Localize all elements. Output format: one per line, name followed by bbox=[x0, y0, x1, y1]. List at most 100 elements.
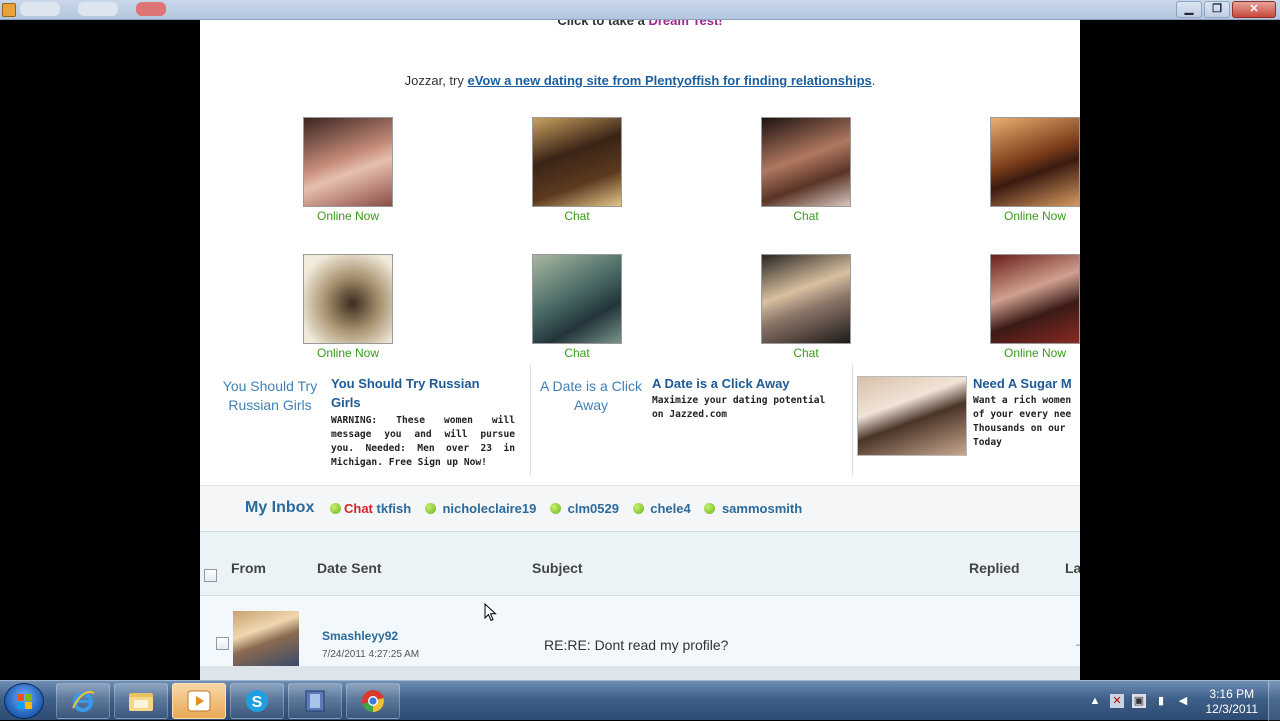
member-photo[interactable] bbox=[303, 254, 393, 344]
flag-icon[interactable]: ✕ bbox=[1110, 694, 1124, 708]
taskbar-movie-maker[interactable] bbox=[288, 683, 342, 719]
web-page: Click to take a Dream Test! Jozzar, try … bbox=[200, 20, 1080, 680]
member-status[interactable]: Online Now bbox=[298, 346, 398, 360]
online-dot-icon bbox=[424, 503, 436, 514]
online-user[interactable]: chele4 bbox=[632, 501, 691, 516]
mouse-cursor-icon bbox=[484, 603, 497, 622]
network-icon[interactable]: ▮ bbox=[1154, 694, 1168, 708]
minimize-button[interactable]: ▁ bbox=[1176, 1, 1202, 18]
taskbar-media-player[interactable] bbox=[172, 683, 226, 719]
row-checkbox[interactable] bbox=[216, 637, 229, 650]
column-subject[interactable]: Subject bbox=[532, 560, 583, 576]
ad-russian-body[interactable]: WARNING: These women will message you an… bbox=[331, 414, 515, 470]
ad-sugar-photo[interactable] bbox=[857, 376, 967, 456]
online-dot-icon bbox=[704, 503, 716, 514]
taskbar-chrome[interactable] bbox=[346, 683, 400, 719]
ad-sugar-title[interactable]: Need A Sugar M bbox=[973, 374, 1080, 393]
ad-russian-title[interactable]: You Should Try Russian Girls bbox=[331, 374, 511, 412]
online-user[interactable]: Chat tkfish bbox=[330, 501, 411, 516]
sender-name[interactable]: Smashleyy92 bbox=[322, 629, 398, 643]
member-card[interactable]: Chat bbox=[756, 254, 856, 360]
ad-separator bbox=[852, 365, 853, 475]
skype-icon: S bbox=[246, 690, 268, 712]
member-card[interactable]: Chat bbox=[527, 117, 627, 223]
evow-suffix: . bbox=[871, 73, 876, 88]
ad-sugar-body[interactable]: Want a rich women of your every nee Thou… bbox=[973, 394, 1080, 454]
sender-avatar[interactable] bbox=[233, 611, 299, 667]
member-card[interactable]: Chat bbox=[527, 254, 627, 360]
message-subject[interactable]: RE:RE: Dont read my profile? bbox=[544, 637, 728, 653]
online-user[interactable]: nicholeclaire19 bbox=[424, 501, 536, 516]
inbox-table-header: From Date Sent Subject Replied La bbox=[200, 531, 1080, 596]
member-status[interactable]: Online Now bbox=[985, 209, 1080, 223]
inbox-bar: My Inbox Chat tkfish nicholeclaire19 clm… bbox=[200, 485, 1080, 531]
member-photo[interactable] bbox=[532, 117, 622, 207]
user-name[interactable]: tkfish bbox=[377, 501, 412, 516]
clock[interactable]: 3:16 PM 12/3/2011 bbox=[1206, 687, 1259, 717]
online-users: Chat tkfish nicholeclaire19 clm0529 chel… bbox=[330, 501, 812, 516]
message-date: 7/24/2011 4:27:25 AM bbox=[322, 649, 420, 660]
member-status[interactable]: Online Now bbox=[985, 346, 1080, 360]
show-hidden-icons-icon[interactable]: ▲ bbox=[1088, 694, 1102, 708]
table-row[interactable]: Smashleyy92 7/24/2011 4:27:25 AM RE:RE: … bbox=[200, 597, 1080, 667]
member-photo[interactable] bbox=[761, 117, 851, 207]
user-name[interactable]: sammosmith bbox=[722, 501, 802, 516]
internet-explorer-icon bbox=[72, 691, 95, 712]
ad-jazzed-body[interactable]: Maximize your dating potential on Jazzed… bbox=[652, 394, 842, 422]
folder-icon bbox=[129, 693, 153, 711]
user-name[interactable]: chele4 bbox=[650, 501, 690, 516]
user-name[interactable]: clm0529 bbox=[568, 501, 619, 516]
member-photo[interactable] bbox=[990, 254, 1080, 344]
device-icon[interactable]: ▣ bbox=[1132, 694, 1146, 708]
member-photo[interactable] bbox=[532, 254, 622, 344]
taskbar-internet-explorer[interactable] bbox=[56, 683, 110, 719]
media-player-icon bbox=[187, 690, 211, 712]
user-name[interactable]: nicholeclaire19 bbox=[442, 501, 536, 516]
windows-logo-icon bbox=[17, 694, 33, 710]
dream-test-text: Click to take a bbox=[557, 20, 645, 28]
member-card[interactable]: Online Now bbox=[298, 254, 398, 360]
start-button[interactable] bbox=[4, 683, 44, 719]
title-tabs bbox=[20, 2, 220, 18]
window-title-bar: ▁ ❐ ✕ bbox=[0, 0, 1280, 20]
select-all-checkbox[interactable] bbox=[204, 569, 217, 582]
member-status[interactable]: Online Now bbox=[298, 209, 398, 223]
member-card[interactable]: Online Now bbox=[298, 117, 398, 223]
column-from[interactable]: From bbox=[231, 560, 266, 576]
ad-russian-left-title[interactable]: You Should Try Russian Girls bbox=[218, 377, 322, 415]
volume-icon[interactable]: ◀ bbox=[1176, 694, 1190, 708]
online-user[interactable]: sammosmith bbox=[704, 501, 802, 516]
dream-test-link[interactable]: Dream Test! bbox=[648, 20, 722, 28]
member-status[interactable]: Chat bbox=[527, 209, 627, 223]
show-desktop-button[interactable] bbox=[1268, 681, 1280, 721]
member-photo[interactable] bbox=[303, 117, 393, 207]
evow-link[interactable]: eVow a new dating site from Plentyoffish… bbox=[468, 73, 872, 88]
ad-jazzed-title[interactable]: A Date is a Click Away bbox=[652, 374, 842, 393]
row-divider bbox=[200, 666, 1080, 680]
online-dot-icon bbox=[550, 503, 562, 514]
member-card[interactable]: Online Now bbox=[985, 254, 1080, 360]
online-user[interactable]: clm0529 bbox=[550, 501, 619, 516]
inbox-title[interactable]: My Inbox bbox=[245, 499, 314, 517]
online-dot-icon bbox=[632, 503, 644, 514]
chat-label[interactable]: Chat bbox=[344, 501, 373, 516]
ad-jazzed-left-title[interactable]: A Date is a Click Away bbox=[536, 377, 646, 415]
taskbar: S ▲ ✕ ▣ ▮ ◀ 3:16 PM 12/3/2011 bbox=[0, 680, 1280, 721]
restore-button[interactable]: ❐ bbox=[1204, 1, 1230, 18]
column-date-sent[interactable]: Date Sent bbox=[317, 560, 382, 576]
close-button[interactable]: ✕ bbox=[1232, 1, 1276, 18]
taskbar-skype[interactable]: S bbox=[230, 683, 284, 719]
member-card[interactable]: Online Now bbox=[985, 117, 1080, 223]
member-status[interactable]: Chat bbox=[756, 209, 856, 223]
taskbar-explorer[interactable] bbox=[114, 683, 168, 719]
member-status[interactable]: Chat bbox=[527, 346, 627, 360]
member-card[interactable]: Chat bbox=[756, 117, 856, 223]
column-replied[interactable]: Replied bbox=[969, 560, 1020, 576]
column-last[interactable]: La bbox=[1065, 560, 1080, 576]
system-tray: ▲ ✕ ▣ ▮ ◀ 3:16 PM 12/3/2011 bbox=[1080, 681, 1280, 721]
app-icon bbox=[2, 3, 16, 17]
member-photo[interactable] bbox=[761, 254, 851, 344]
member-status[interactable]: Chat bbox=[756, 346, 856, 360]
online-dot-icon bbox=[330, 503, 341, 514]
member-photo[interactable] bbox=[990, 117, 1080, 207]
